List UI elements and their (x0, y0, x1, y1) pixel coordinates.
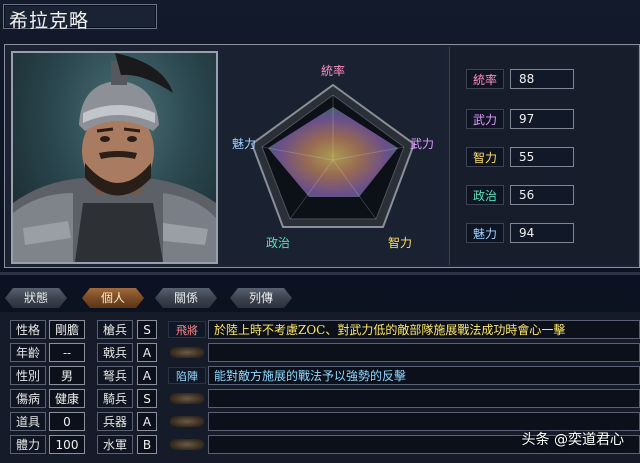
personal-label: 傷病 (10, 389, 46, 408)
skill-description: 於陸上時不考慮ZOC、對武力低的敵部隊施展戰法成功時會心一擊 (208, 320, 640, 339)
general-name: 希拉克略 (9, 10, 90, 32)
personal-value: -- (49, 343, 85, 362)
personal-label: 年齡 (10, 343, 46, 362)
stat-row-intelligence: 智力 55 (466, 147, 616, 167)
empty-skill-slot-icon (170, 439, 204, 450)
personal-label: 性別 (10, 366, 46, 385)
watermark: 头条 @奕道君心 (521, 432, 624, 448)
personal-value: 男 (49, 366, 85, 385)
stat-label: 武力 (466, 109, 504, 129)
stat-label: 智力 (466, 147, 504, 167)
personal-value: 健康 (49, 389, 85, 408)
skill-name: 飛將 (168, 321, 206, 338)
aptitude-grade: S (137, 389, 157, 408)
personal-value: 100 (49, 435, 85, 454)
tab-personal[interactable]: 個人 (82, 288, 144, 308)
radar-svg: 統率 武力 智力 政治 魅力 (232, 63, 434, 250)
ability-radar-chart: 統率 武力 智力 政治 魅力 (222, 47, 444, 265)
aptitude-label: 水軍 (97, 435, 133, 454)
section-divider (0, 272, 640, 275)
aptitude-grade: S (137, 320, 157, 339)
radar-label-leadership: 統率 (321, 63, 345, 78)
stat-row-politics: 政治 56 (466, 185, 616, 205)
radar-label-politics: 政治 (266, 236, 290, 250)
personal-label: 道具 (10, 412, 46, 431)
stat-value: 94 (510, 223, 574, 243)
skill-name: 陷陣 (168, 367, 206, 384)
empty-skill-slot-icon (170, 347, 204, 358)
radar-label-charm: 魅力 (232, 136, 256, 151)
stat-label: 政治 (466, 185, 504, 205)
stat-value: 97 (510, 109, 574, 129)
personal-label: 性格 (10, 320, 46, 339)
personal-value: 0 (49, 412, 85, 431)
stat-label: 魅力 (466, 223, 504, 243)
empty-skill-slot-icon (170, 393, 204, 404)
skill-description (208, 389, 640, 408)
aptitude-grade: A (137, 412, 157, 431)
aptitude-grade: A (137, 366, 157, 385)
aptitude-label: 騎兵 (97, 389, 133, 408)
empty-skill-slot-icon (170, 416, 204, 427)
stat-row-charm: 魅力 94 (466, 223, 616, 243)
stat-label: 統率 (466, 69, 504, 89)
aptitude-label: 弩兵 (97, 366, 133, 385)
personal-label: 體力 (10, 435, 46, 454)
aptitude-label: 槍兵 (97, 320, 133, 339)
stat-value: 88 (510, 69, 574, 89)
aptitude-grade: B (137, 435, 157, 454)
main-info-panel: 統率 武力 智力 政治 魅力 統率 88 武力 97 智力 55 政治 56 魅… (4, 44, 640, 268)
stat-row-leadership: 統率 88 (466, 69, 616, 89)
stat-row-war: 武力 97 (466, 109, 616, 129)
personal-value: 剛膽 (49, 320, 85, 339)
aptitude-label: 戟兵 (97, 343, 133, 362)
portrait-image (13, 53, 216, 262)
tab-status[interactable]: 狀態 (5, 288, 67, 308)
stat-column: 統率 88 武力 97 智力 55 政治 56 魅力 94 (449, 47, 637, 265)
aptitude-label: 兵器 (97, 412, 133, 431)
aptitude-grade: A (137, 343, 157, 362)
general-name-box: 希拉克略 (3, 4, 157, 32)
skill-description (208, 343, 640, 362)
skill-description: 能對敵方施展的戰法予以強勢的反擊 (208, 366, 640, 385)
tab-biography[interactable]: 列傳 (230, 288, 292, 308)
stat-value: 56 (510, 185, 574, 205)
radar-label-war: 武力 (410, 137, 434, 151)
tab-relations[interactable]: 關係 (155, 288, 217, 308)
general-portrait (11, 51, 218, 264)
stat-value: 55 (510, 147, 574, 167)
radar-label-intelligence: 智力 (388, 235, 412, 250)
